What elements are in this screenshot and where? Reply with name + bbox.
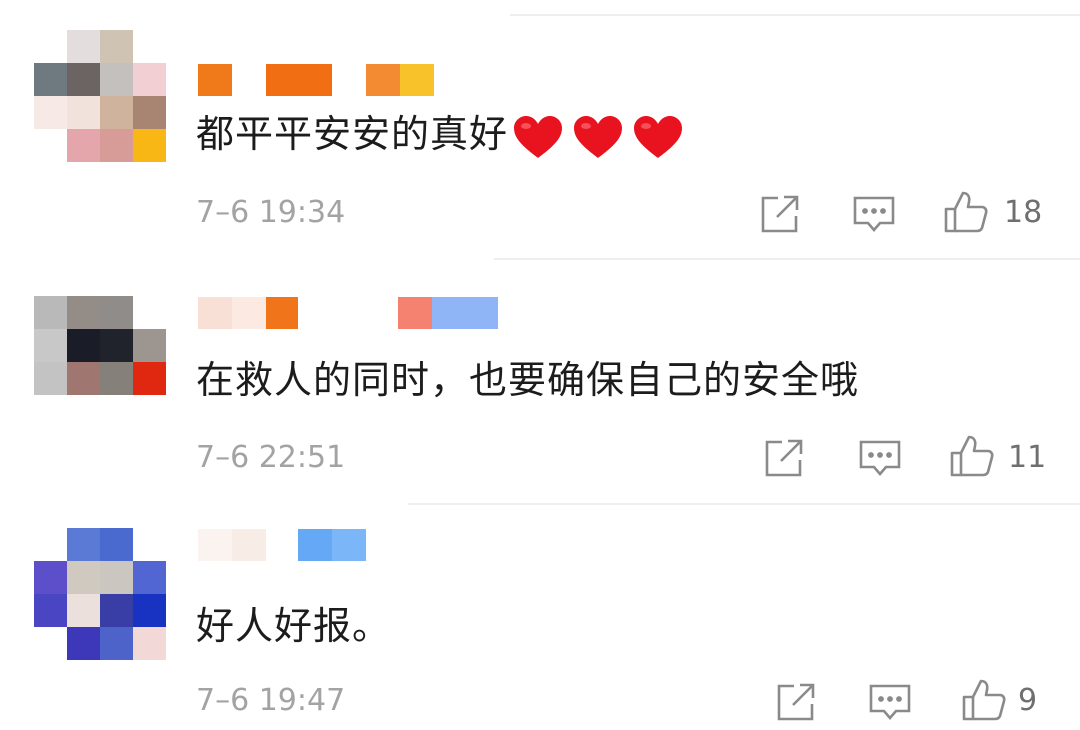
like-count: 18: [1004, 195, 1043, 230]
divider: [510, 14, 1080, 16]
comment-text-content: 都平平安安的真好: [196, 112, 509, 156]
like-button[interactable]: [942, 188, 990, 236]
like-icon: [962, 679, 1006, 721]
like-button[interactable]: [948, 432, 996, 480]
share-button[interactable]: [772, 678, 820, 726]
reply-button[interactable]: [856, 434, 904, 482]
avatar[interactable]: [34, 296, 166, 428]
like-icon: [950, 435, 994, 477]
username-blurred[interactable]: [198, 297, 498, 329]
divider: [494, 258, 1080, 260]
comment-timestamp: 7–6 22:51: [196, 440, 346, 475]
like-count: 9: [1018, 683, 1038, 718]
comment-timestamp: 7–6 19:47: [196, 683, 346, 718]
heart-emoji-icon: [574, 115, 623, 158]
share-icon: [777, 683, 815, 721]
username-blurred[interactable]: [198, 64, 434, 96]
username-blurred[interactable]: [198, 529, 366, 561]
like-count: 11: [1008, 440, 1047, 475]
reply-icon: [869, 684, 911, 720]
avatar[interactable]: [34, 30, 166, 162]
share-icon: [761, 195, 799, 233]
reply-icon: [853, 196, 895, 232]
heart-emoji-icon: [514, 115, 563, 158]
heart-emoji-icon: [634, 115, 683, 158]
comment-text: 好人好报。: [196, 604, 392, 648]
divider: [408, 503, 1080, 505]
share-button[interactable]: [760, 434, 808, 482]
reply-button[interactable]: [866, 678, 914, 726]
like-button[interactable]: [960, 676, 1008, 724]
share-icon: [765, 439, 803, 477]
like-icon: [944, 191, 988, 233]
avatar[interactable]: [34, 528, 166, 660]
comment-text: 都平平安安的真好: [196, 110, 692, 162]
reply-button[interactable]: [850, 190, 898, 238]
comment-timestamp: 7–6 19:34: [196, 195, 346, 230]
share-button[interactable]: [756, 190, 804, 238]
hearts-emoji: [512, 111, 692, 162]
comment-text: 在救人的同时，也要确保自己的安全哦: [196, 358, 860, 402]
reply-icon: [859, 440, 901, 476]
